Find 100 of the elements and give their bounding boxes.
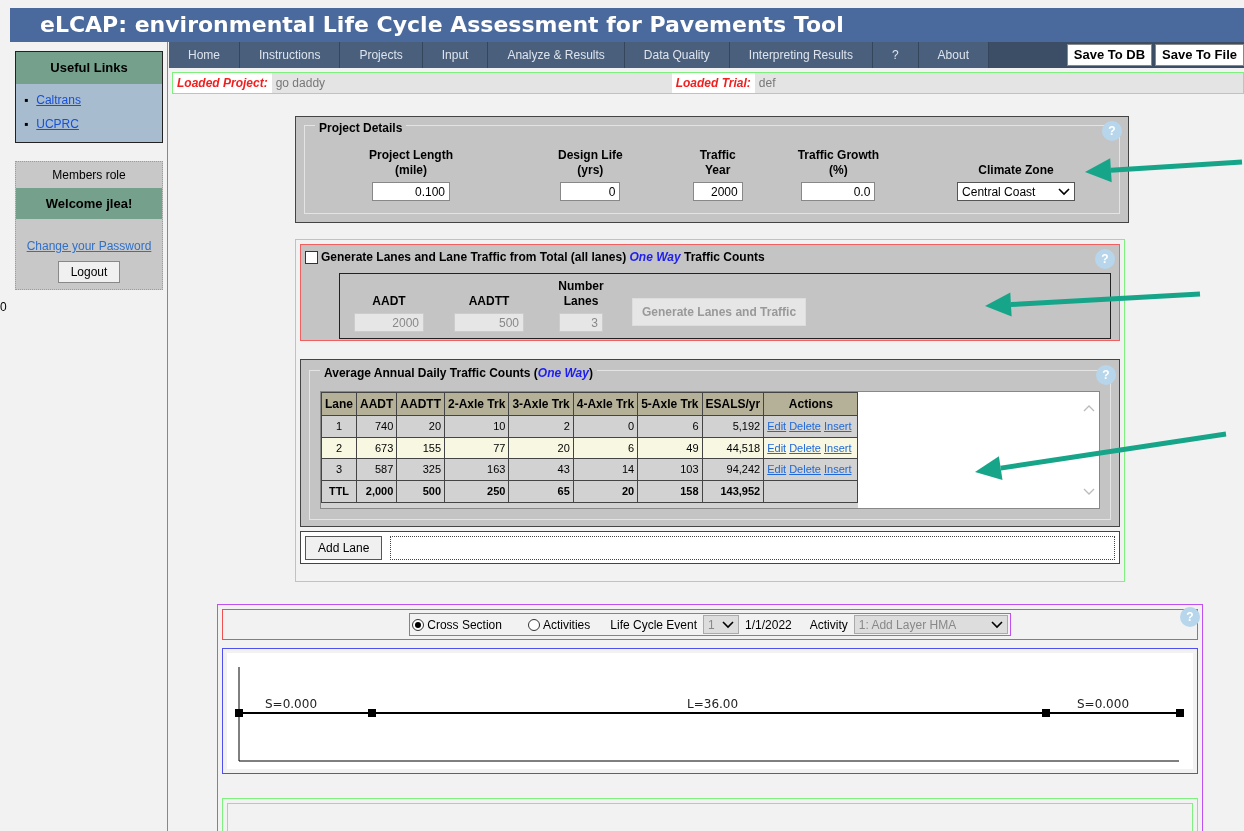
activity-select[interactable]: 1: Add Layer HMA (853, 615, 1008, 634)
bullet-icon: ▪ (24, 116, 29, 131)
field-label: Climate Zone (978, 163, 1054, 177)
nav-item[interactable]: ? (872, 42, 919, 68)
table-cell: 2 (321, 437, 357, 459)
column-header: AADTT (396, 392, 445, 416)
save-button[interactable]: Save To DB (1066, 44, 1153, 66)
nav-item[interactable]: Analyze & Results (488, 42, 625, 68)
field-label: Traffic Growth (797, 148, 880, 163)
link[interactable]: Caltrans (36, 92, 81, 107)
input-field[interactable]: 2000 (692, 182, 743, 201)
table-cell: 740 (356, 415, 397, 437)
table-cell: 2 (508, 415, 574, 437)
scroll-up-icon[interactable] (1083, 404, 1095, 412)
table-cell: 10 (444, 415, 509, 437)
action-link[interactable]: Insert (823, 420, 852, 432)
unit-label: Year (704, 163, 732, 178)
welcome-text: Welcome jlea! (16, 187, 162, 219)
unit-label: (mile) (394, 163, 428, 178)
panel-title: Useful Links (16, 52, 162, 84)
column-header: 5-Axle Trk (637, 392, 702, 416)
nav-item[interactable]: Projects (340, 42, 423, 68)
dimension-label: S=0.000 (1077, 696, 1130, 713)
column-header: 4-Axle Trk (573, 392, 638, 416)
column-header: AADT (356, 392, 397, 416)
unit-label: (%) (828, 163, 849, 178)
table-cell: 325 (396, 458, 445, 480)
table-cell: 163 (444, 458, 509, 480)
dimension-label: S=0.000 (265, 696, 318, 713)
bullet-icon: ▪ (24, 92, 29, 107)
table-cell: 158 (637, 480, 702, 502)
table-cell: 5,192 (702, 415, 764, 437)
table-cell: TTL (321, 480, 357, 502)
input-field[interactable]: 0 (560, 182, 621, 201)
checkbox[interactable] (305, 250, 318, 264)
table-cell: 94,242 (702, 458, 764, 480)
table-cell: 2,000 (356, 480, 397, 502)
save-button[interactable]: Save To File (1155, 44, 1244, 66)
action-link[interactable]: Edit (767, 420, 787, 432)
nav-item[interactable]: Home (169, 42, 240, 68)
link[interactable]: UCPRC (36, 116, 79, 131)
table-cell: 20 (573, 480, 638, 502)
counter-text: 0 (0, 299, 8, 316)
table-cell: 14 (573, 458, 638, 480)
input-field[interactable]: 0.100 (372, 182, 450, 201)
action-link[interactable]: Edit (767, 463, 787, 475)
nav-item[interactable]: Interpreting Results (729, 42, 873, 68)
column-header: 3-Axle Trk (508, 392, 574, 416)
table-cell: 1 (321, 415, 357, 437)
field-label: Traffic (699, 148, 736, 163)
field-label: AADT (372, 294, 406, 309)
table-cell: 103 (637, 458, 702, 480)
field-label: Life Cycle Event (610, 616, 697, 634)
field-label: AADTT (468, 294, 510, 309)
add-lane-button[interactable]: Add Lane (305, 535, 383, 560)
event-select[interactable]: 1 (703, 615, 739, 634)
table-cell: 65 (508, 480, 574, 502)
action-link[interactable]: Insert (823, 441, 852, 454)
nav-item[interactable]: Instructions (240, 42, 341, 68)
dimension-label: L=36.00 (687, 696, 739, 713)
scroll-down-icon[interactable] (1083, 488, 1095, 496)
table-cell: 250 (444, 480, 509, 502)
change-password-link[interactable]: Change your Password (26, 237, 152, 255)
table-cell: 0 (573, 415, 638, 437)
field-label: Activity (809, 616, 848, 634)
action-link[interactable]: Edit (767, 441, 787, 454)
radio-option[interactable]: Cross Section (412, 615, 502, 634)
input-field[interactable]: 0.0 (801, 182, 876, 201)
radio-option[interactable]: Activities (527, 615, 591, 634)
nav-item[interactable]: About (918, 42, 989, 68)
section-title: Generate Lanes and Lane Traffic from Total (all lanes) One Way Traffic Counts (321, 249, 765, 266)
app-title: eLCAP: environmental Life Cycle Assessment for Pavements Tool (10, 8, 1244, 42)
caret-icon (722, 620, 734, 629)
action-link[interactable]: Insert (823, 463, 852, 475)
action-link[interactable]: Delete (789, 441, 821, 454)
table-cell: 6 (637, 415, 702, 437)
caret-icon (990, 620, 1003, 629)
role-label: Members role (51, 166, 127, 184)
field-label: Design Life (558, 148, 623, 163)
nav-item[interactable]: Input (422, 42, 489, 68)
nav-item[interactable]: Data Quality (624, 42, 730, 68)
column-header: 2-Axle Trk (444, 392, 509, 416)
action-link[interactable]: Delete (789, 420, 821, 432)
column-header: ESALS/yr (702, 392, 764, 416)
column-header: Lane (321, 392, 357, 416)
table-cell: 143,952 (702, 480, 764, 502)
table-cell: 3 (321, 458, 357, 480)
table-cell: 20 (396, 415, 445, 437)
field-label: Number Lanes (557, 279, 605, 309)
table-cell: 500 (396, 480, 445, 502)
table-cell: 587 (356, 458, 397, 480)
climate-select[interactable]: Central Coast (957, 182, 1076, 201)
field-label: Project Length (369, 148, 453, 163)
caret-icon (1058, 187, 1071, 196)
unit-label: (yrs) (576, 163, 605, 178)
date-text: 1/1/2022 (745, 616, 792, 634)
logout-button[interactable]: Logout (57, 261, 121, 283)
column-header: Actions (763, 392, 858, 416)
action-link[interactable]: Delete (789, 463, 821, 475)
table-cell: 43 (508, 458, 574, 480)
